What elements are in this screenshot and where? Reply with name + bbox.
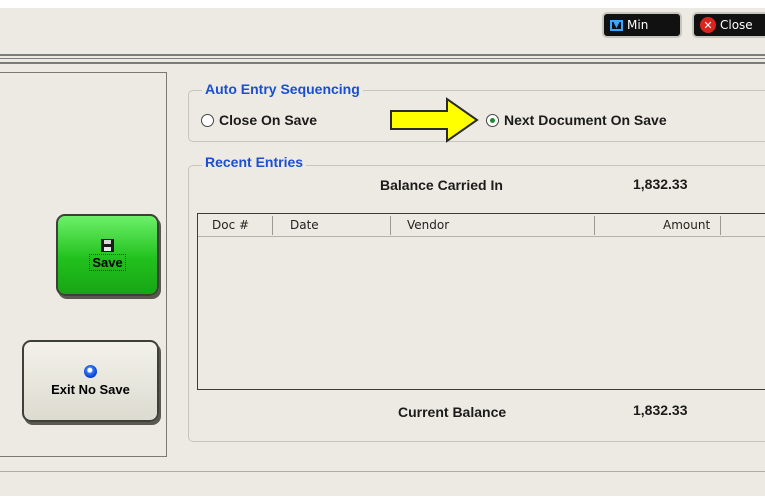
header-bottom-line: [198, 236, 765, 237]
save-label: Save: [89, 254, 126, 271]
divider: [0, 62, 765, 64]
balance-carried-in-value: 1,832.33: [633, 176, 688, 192]
radio-label: Close On Save: [219, 112, 318, 128]
column-header-amount[interactable]: Amount: [663, 218, 710, 232]
column-header-vendor[interactable]: Vendor: [407, 218, 449, 232]
save-button[interactable]: Save: [56, 214, 159, 296]
column-header-doc[interactable]: Doc #: [212, 218, 249, 232]
entries-table[interactable]: [197, 213, 765, 390]
minimize-icon: ▼: [610, 19, 623, 31]
floppy-disk-icon: [101, 239, 114, 252]
recent-entries-title: Recent Entries: [202, 154, 307, 170]
column-divider[interactable]: [594, 216, 595, 235]
radio-circle-selected[interactable]: [486, 113, 499, 127]
exit-no-save-button[interactable]: Exit No Save: [22, 340, 159, 422]
current-balance-value: 1,832.33: [633, 402, 688, 418]
column-divider[interactable]: [720, 216, 721, 235]
auto-entry-title: Auto Entry Sequencing: [202, 81, 363, 97]
close-button[interactable]: ✕ Close: [692, 12, 765, 38]
close-icon: ✕: [700, 17, 716, 33]
exit-label: Exit No Save: [51, 382, 130, 397]
min-label: Min: [627, 18, 649, 32]
column-header-date[interactable]: Date: [290, 218, 319, 232]
min-button[interactable]: ▼ Min: [602, 12, 682, 38]
divider: [0, 54, 765, 56]
column-divider[interactable]: [272, 216, 273, 235]
current-balance-label: Current Balance: [398, 404, 507, 420]
balance-carried-in-label: Balance Carried In: [380, 177, 503, 193]
close-label: Close: [720, 18, 753, 32]
radio-circle[interactable]: [201, 113, 214, 127]
blue-dot-icon: [84, 365, 97, 378]
radio-close-on-save[interactable]: Close On Save: [201, 112, 317, 128]
column-divider[interactable]: [390, 216, 391, 235]
radio-label: Next Document On Save: [504, 112, 667, 128]
yellow-arrow-icon: [390, 97, 479, 143]
radio-next-document-on-save[interactable]: Next Document On Save: [486, 112, 667, 128]
divider: [0, 58, 765, 59]
status-divider: [0, 471, 765, 472]
